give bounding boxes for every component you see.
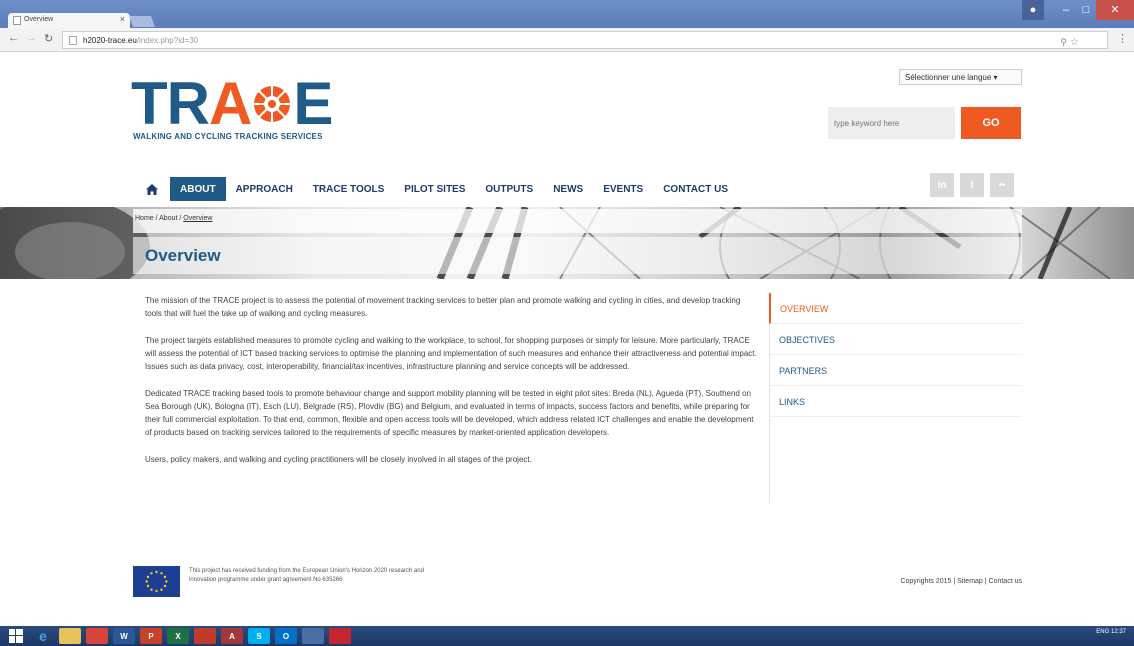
twitter-icon[interactable]: t — [960, 173, 984, 197]
excel-icon[interactable]: X — [167, 628, 189, 644]
nav-item-about[interactable]: ABOUT — [170, 177, 226, 201]
address-bar: ← → ↻ h2020-trace.eu/index.php?id=30 ⚲ ☆… — [0, 28, 1134, 52]
logo-text-e: E — [293, 70, 333, 137]
forward-arrow-icon[interactable]: → — [26, 32, 37, 44]
page-favicon-icon — [13, 16, 21, 25]
funding-statement: This project has received funding from t… — [189, 568, 424, 583]
nav-item-news[interactable]: NEWS — [543, 177, 593, 201]
eu-flag-icon — [133, 566, 180, 597]
page-icon — [69, 36, 77, 45]
breadcrumb-current[interactable]: Overview — [183, 215, 212, 222]
chrome-icon[interactable] — [86, 628, 108, 644]
url-input[interactable]: h2020-trace.eu/index.php?id=30 ⚲ ☆ — [62, 31, 1108, 49]
home-icon[interactable] — [138, 177, 166, 201]
tray-clock[interactable]: 12:37 — [1111, 629, 1126, 635]
browser-tab-title: Overview — [24, 16, 54, 23]
page-title: Overview — [145, 246, 221, 265]
tray-language[interactable]: ENG — [1096, 629, 1109, 635]
linkedin-icon[interactable]: in — [930, 173, 954, 197]
breadcrumb-home[interactable]: Home — [135, 215, 154, 222]
content-paragraph: Users, policy makers, and walking and cy… — [145, 455, 532, 464]
side-nav: OVERVIEW OBJECTIVES PARTNERS LINKS — [769, 293, 1022, 503]
logo-tagline: WALKING AND CYCLING TRACKING SERVICES — [133, 132, 323, 141]
system-tray: ENG 12:37 — [1096, 629, 1126, 636]
content-paragraph: The mission of the TRACE project is to a… — [145, 296, 741, 318]
language-select[interactable]: Sélectionner une langue ▾ — [899, 69, 1022, 85]
side-nav-objectives[interactable]: OBJECTIVES — [770, 324, 1022, 355]
browser-tabstrip: Overview × ● – □ ✕ — [0, 0, 1134, 28]
content-paragraph: The project targets established measures… — [145, 336, 757, 371]
close-window-icon[interactable]: ✕ — [1096, 0, 1134, 20]
wheel-icon — [254, 86, 291, 122]
user-profile-icon[interactable]: ● — [1022, 0, 1044, 20]
nav-item-events[interactable]: EVENTS — [593, 177, 653, 201]
powerpoint-icon[interactable]: P — [140, 628, 162, 644]
acrobat-icon[interactable] — [194, 628, 216, 644]
url-path: /index.php?id=30 — [136, 36, 198, 45]
new-tab-button[interactable] — [128, 16, 156, 27]
access-icon[interactable]: A — [221, 628, 243, 644]
content-paragraph: Dedicated TRACE tracking based tools to … — [145, 389, 754, 437]
internet-explorer-icon[interactable]: e — [32, 628, 54, 644]
main-content: The mission of the TRACE project is to a… — [145, 294, 759, 480]
breadcrumb: Home / About / Overview — [135, 215, 212, 222]
minimize-icon[interactable]: – — [1056, 0, 1076, 20]
nav-item-contact-us[interactable]: CONTACT US — [653, 177, 738, 201]
side-nav-partners[interactable]: PARTNERS — [770, 355, 1022, 386]
footer-copyright[interactable]: Copyrights 2015 | Sitemap | Contact us — [900, 578, 1022, 585]
go-button[interactable]: GO — [961, 107, 1021, 139]
nav-item-pilot-sites[interactable]: PILOT SITES — [394, 177, 475, 201]
zoom-icon[interactable]: ⚲ — [1060, 37, 1067, 48]
side-nav-overview[interactable]: OVERVIEW — [769, 293, 1022, 324]
outlook-icon[interactable]: O — [275, 628, 297, 644]
windows-taskbar: e W P X A S O ENG 12:37 — [0, 626, 1134, 646]
title-bar — [133, 237, 1022, 274]
browser-menu-icon[interactable]: ⋮ — [1117, 32, 1128, 45]
logo-text-a: A — [208, 70, 252, 137]
search-input[interactable] — [828, 107, 955, 139]
window-controls: ● – □ ✕ — [1022, 0, 1134, 22]
logo-text-tr: TR — [131, 70, 210, 137]
maximize-icon[interactable]: □ — [1076, 0, 1096, 20]
windows-start-icon[interactable] — [5, 628, 27, 644]
back-arrow-icon[interactable]: ← — [8, 32, 19, 44]
url-domain: h2020-trace.eu — [83, 36, 137, 45]
reload-icon[interactable]: ↻ — [44, 32, 53, 45]
breadcrumb-bar — [133, 209, 1022, 233]
word-icon[interactable]: W — [113, 628, 135, 644]
breadcrumb-about[interactable]: About — [159, 215, 177, 222]
browser-tab[interactable]: Overview × — [8, 13, 130, 28]
trace-logo[interactable]: TRA E — [131, 74, 333, 134]
window-app-icon[interactable] — [302, 628, 324, 644]
flickr-icon[interactable]: •• — [990, 173, 1014, 197]
nav-item-trace-tools[interactable]: TRACE TOOLS — [303, 177, 394, 201]
side-nav-links[interactable]: LINKS — [770, 386, 1022, 417]
tab-close-icon[interactable]: × — [120, 14, 125, 24]
skype-icon[interactable]: S — [248, 628, 270, 644]
social-links: in t •• — [930, 173, 1014, 197]
bookmark-star-icon[interactable]: ☆ — [1070, 37, 1079, 48]
file-explorer-icon[interactable] — [59, 628, 81, 644]
language-select-value: Sélectionner une langue — [905, 73, 992, 82]
nav-item-outputs[interactable]: OUTPUTS — [475, 177, 543, 201]
nav-item-approach[interactable]: APPROACH — [226, 177, 303, 201]
pdf-icon[interactable] — [329, 628, 351, 644]
main-nav: ABOUT APPROACH TRACE TOOLS PILOT SITES O… — [138, 177, 738, 201]
